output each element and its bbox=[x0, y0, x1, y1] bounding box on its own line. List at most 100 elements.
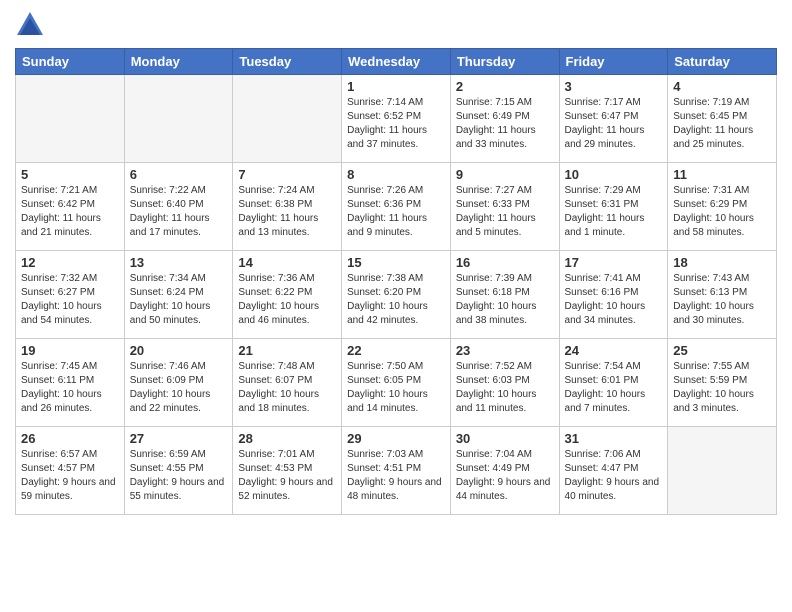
day-number: 7 bbox=[238, 167, 336, 182]
header bbox=[15, 10, 777, 40]
day-info: Sunrise: 7:26 AM Sunset: 6:36 PM Dayligh… bbox=[347, 184, 445, 240]
day-number: 31 bbox=[565, 431, 663, 446]
day-number: 10 bbox=[565, 167, 663, 182]
calendar-cell: 30Sunrise: 7:04 AM Sunset: 4:49 PM Dayli… bbox=[450, 427, 559, 515]
calendar-cell: 31 Sunrise: 7:06 AM Sunset: 4:47 PM Dayli… bbox=[559, 427, 668, 515]
calendar-cell bbox=[124, 75, 233, 163]
calendar-cell: 11 Sunrise: 7:31 AM Sunset: 6:29 PM Dayli… bbox=[668, 163, 777, 251]
day-info: Sunrise: 7:21 AM Sunset: 6:42 PM Dayligh… bbox=[21, 184, 119, 240]
day-info: Sunrise: 7:34 AM Sunset: 6:24 PM Dayligh… bbox=[130, 272, 228, 328]
day-info: Sunrise: 7:38 AM Sunset: 6:20 PM Dayligh… bbox=[347, 272, 445, 328]
calendar-cell: 3Sunrise: 7:17 AM Sunset: 6:47 PM Daylig… bbox=[559, 75, 668, 163]
day-number: 24 bbox=[565, 343, 663, 358]
calendar-cell: 1 Sunrise: 7:14 AM Sunset: 6:52 PM Daylig… bbox=[342, 75, 451, 163]
day-number: 26 bbox=[21, 431, 119, 446]
day-info: Sunrise: 7:29 AM Sunset: 6:31 PM Dayligh… bbox=[565, 184, 663, 240]
day-info: Sunrise: 7:22 AM Sunset: 6:40 PM Dayligh… bbox=[130, 184, 228, 240]
day-info: Sunrise: 7:31 AM Sunset: 6:29 PM Dayligh… bbox=[673, 184, 771, 240]
day-info: Sunrise: 6:59 AM Sunset: 4:55 PM Dayligh… bbox=[130, 448, 228, 504]
calendar-cell: 27 Sunrise: 6:59 AM Sunset: 4:55 PM Dayli… bbox=[124, 427, 233, 515]
day-info: Sunrise: 7:27 AM Sunset: 6:33 PM Dayligh… bbox=[456, 184, 554, 240]
day-info: Sunrise: 7:06 AM Sunset: 4:47 PM Dayligh… bbox=[565, 448, 663, 504]
day-info: Sunrise: 7:36 AM Sunset: 6:22 PM Dayligh… bbox=[238, 272, 336, 328]
day-info: Sunrise: 7:14 AM Sunset: 6:52 PM Dayligh… bbox=[347, 96, 445, 152]
day-info: Sunrise: 7:50 AM Sunset: 6:05 PM Dayligh… bbox=[347, 360, 445, 416]
calendar-cell: 26 Sunrise: 6:57 AM Sunset: 4:57 PM Dayli… bbox=[16, 427, 125, 515]
calendar-cell: 2 Sunrise: 7:15 AM Sunset: 6:49 PM Daylig… bbox=[450, 75, 559, 163]
day-info: Sunrise: 7:39 AM Sunset: 6:18 PM Dayligh… bbox=[456, 272, 554, 328]
calendar-cell: 25 Sunrise: 7:55 AM Sunset: 5:59 PM Dayli… bbox=[668, 339, 777, 427]
day-number: 18 bbox=[673, 255, 771, 270]
day-info: Sunrise: 7:24 AM Sunset: 6:38 PM Dayligh… bbox=[238, 184, 336, 240]
col-sunday: Sunday bbox=[16, 49, 125, 75]
day-number: 27 bbox=[130, 431, 228, 446]
calendar-cell: 19 Sunrise: 7:45 AM Sunset: 6:11 PM Dayli… bbox=[16, 339, 125, 427]
day-number: 2 bbox=[456, 79, 554, 94]
calendar-cell bbox=[16, 75, 125, 163]
day-number: 22 bbox=[347, 343, 445, 358]
day-number: 5 bbox=[21, 167, 119, 182]
calendar-cell: 16Sunrise: 7:39 AM Sunset: 6:18 PM Dayli… bbox=[450, 251, 559, 339]
day-info: Sunrise: 7:15 AM Sunset: 6:49 PM Dayligh… bbox=[456, 96, 554, 152]
calendar-cell: 24Sunrise: 7:54 AM Sunset: 6:01 PM Dayli… bbox=[559, 339, 668, 427]
logo bbox=[15, 10, 49, 40]
calendar-cell: 14Sunrise: 7:36 AM Sunset: 6:22 PM Dayli… bbox=[233, 251, 342, 339]
day-number: 25 bbox=[673, 343, 771, 358]
day-number: 6 bbox=[130, 167, 228, 182]
calendar-week-5: 26 Sunrise: 6:57 AM Sunset: 4:57 PM Dayli… bbox=[16, 427, 777, 515]
day-number: 17 bbox=[565, 255, 663, 270]
calendar-cell: 12 Sunrise: 7:32 AM Sunset: 6:27 PM Dayli… bbox=[16, 251, 125, 339]
day-info: Sunrise: 7:52 AM Sunset: 6:03 PM Dayligh… bbox=[456, 360, 554, 416]
day-number: 30 bbox=[456, 431, 554, 446]
day-info: Sunrise: 7:32 AM Sunset: 6:27 PM Dayligh… bbox=[21, 272, 119, 328]
day-info: Sunrise: 7:03 AM Sunset: 4:51 PM Dayligh… bbox=[347, 448, 445, 504]
col-tuesday: Tuesday bbox=[233, 49, 342, 75]
calendar-cell: 28 Sunrise: 7:01 AM Sunset: 4:53 PM Dayli… bbox=[233, 427, 342, 515]
calendar-header-row: Sunday Monday Tuesday Wednesday Thursday… bbox=[16, 49, 777, 75]
calendar-cell: 8 Sunrise: 7:26 AM Sunset: 6:36 PM Daylig… bbox=[342, 163, 451, 251]
calendar-week-4: 19 Sunrise: 7:45 AM Sunset: 6:11 PM Dayli… bbox=[16, 339, 777, 427]
calendar-cell: 9 Sunrise: 7:27 AM Sunset: 6:33 PM Daylig… bbox=[450, 163, 559, 251]
day-number: 29 bbox=[347, 431, 445, 446]
day-info: Sunrise: 7:55 AM Sunset: 5:59 PM Dayligh… bbox=[673, 360, 771, 416]
day-info: Sunrise: 7:45 AM Sunset: 6:11 PM Dayligh… bbox=[21, 360, 119, 416]
day-number: 23 bbox=[456, 343, 554, 358]
calendar-week-2: 5 Sunrise: 7:21 AM Sunset: 6:42 PM Daylig… bbox=[16, 163, 777, 251]
day-info: Sunrise: 7:41 AM Sunset: 6:16 PM Dayligh… bbox=[565, 272, 663, 328]
day-number: 21 bbox=[238, 343, 336, 358]
calendar-cell: 20 Sunrise: 7:46 AM Sunset: 6:09 PM Dayli… bbox=[124, 339, 233, 427]
calendar-cell: 13 Sunrise: 7:34 AM Sunset: 6:24 PM Dayli… bbox=[124, 251, 233, 339]
day-number: 1 bbox=[347, 79, 445, 94]
calendar-cell: 21 Sunrise: 7:48 AM Sunset: 6:07 PM Dayli… bbox=[233, 339, 342, 427]
logo-icon bbox=[15, 10, 45, 40]
col-thursday: Thursday bbox=[450, 49, 559, 75]
calendar-cell: 23 Sunrise: 7:52 AM Sunset: 6:03 PM Dayli… bbox=[450, 339, 559, 427]
calendar-cell bbox=[668, 427, 777, 515]
calendar-cell: 18 Sunrise: 7:43 AM Sunset: 6:13 PM Dayli… bbox=[668, 251, 777, 339]
day-number: 13 bbox=[130, 255, 228, 270]
day-info: Sunrise: 7:46 AM Sunset: 6:09 PM Dayligh… bbox=[130, 360, 228, 416]
calendar-cell: 17 Sunrise: 7:41 AM Sunset: 6:16 PM Dayli… bbox=[559, 251, 668, 339]
day-number: 28 bbox=[238, 431, 336, 446]
day-info: Sunrise: 7:43 AM Sunset: 6:13 PM Dayligh… bbox=[673, 272, 771, 328]
col-saturday: Saturday bbox=[668, 49, 777, 75]
col-monday: Monday bbox=[124, 49, 233, 75]
day-info: Sunrise: 7:01 AM Sunset: 4:53 PM Dayligh… bbox=[238, 448, 336, 504]
col-friday: Friday bbox=[559, 49, 668, 75]
calendar-cell: 5 Sunrise: 7:21 AM Sunset: 6:42 PM Daylig… bbox=[16, 163, 125, 251]
day-number: 8 bbox=[347, 167, 445, 182]
day-number: 15 bbox=[347, 255, 445, 270]
day-number: 20 bbox=[130, 343, 228, 358]
day-number: 11 bbox=[673, 167, 771, 182]
calendar-week-1: 1 Sunrise: 7:14 AM Sunset: 6:52 PM Daylig… bbox=[16, 75, 777, 163]
day-number: 3 bbox=[565, 79, 663, 94]
calendar-cell: 7 Sunrise: 7:24 AM Sunset: 6:38 PM Daylig… bbox=[233, 163, 342, 251]
day-info: Sunrise: 7:48 AM Sunset: 6:07 PM Dayligh… bbox=[238, 360, 336, 416]
day-info: Sunrise: 6:57 AM Sunset: 4:57 PM Dayligh… bbox=[21, 448, 119, 504]
day-number: 9 bbox=[456, 167, 554, 182]
calendar-cell bbox=[233, 75, 342, 163]
day-number: 12 bbox=[21, 255, 119, 270]
calendar-cell: 29 Sunrise: 7:03 AM Sunset: 4:51 PM Dayli… bbox=[342, 427, 451, 515]
calendar-week-3: 12 Sunrise: 7:32 AM Sunset: 6:27 PM Dayli… bbox=[16, 251, 777, 339]
day-number: 19 bbox=[21, 343, 119, 358]
